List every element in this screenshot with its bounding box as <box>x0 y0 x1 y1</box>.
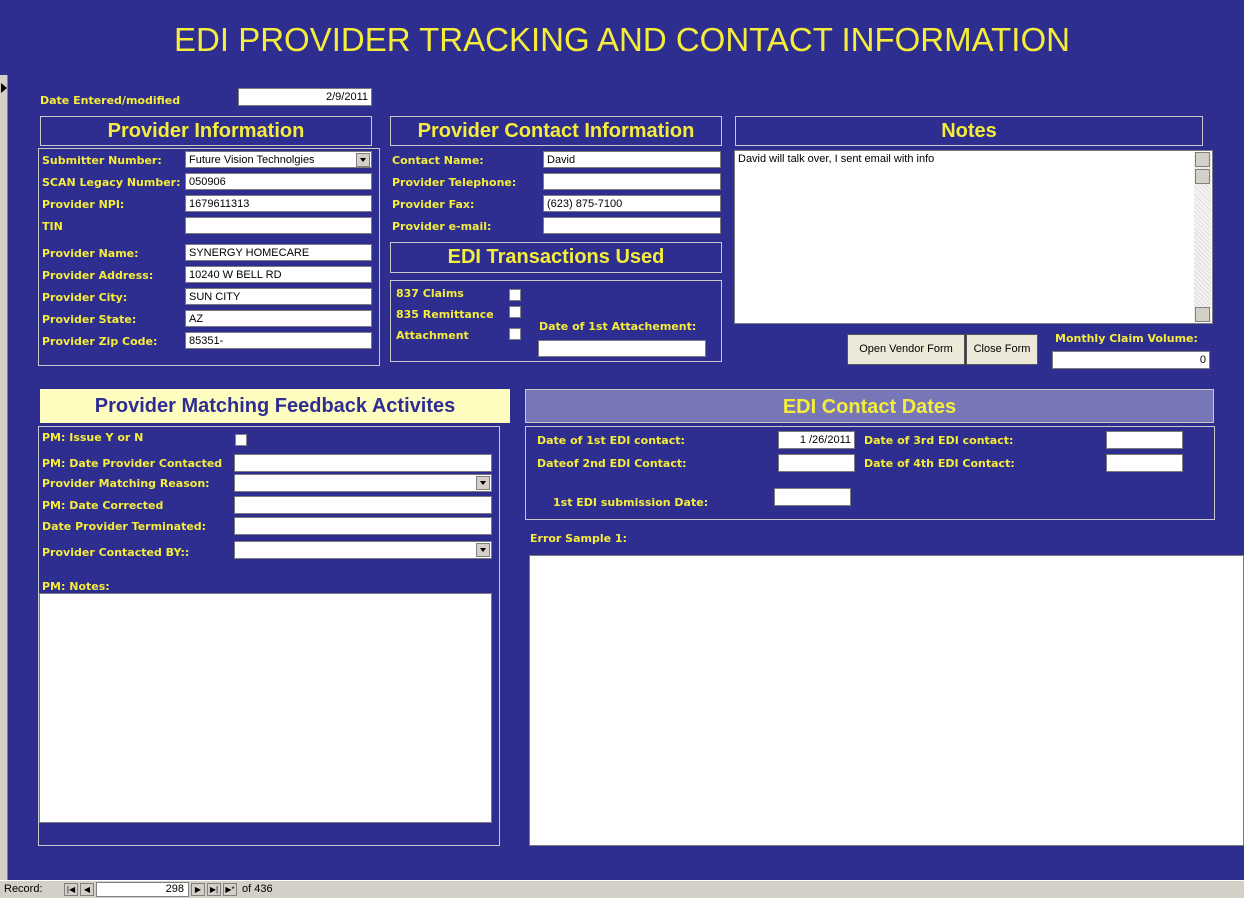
provider-fax-field[interactable]: (623) 875-7100 <box>543 195 721 212</box>
pm-reason-dropdown-icon[interactable] <box>476 476 490 490</box>
attachment-label: Attachment <box>396 329 469 342</box>
edi-first-contact-label: Date of 1st EDI contact: <box>537 434 685 447</box>
provider-fax-label: Provider Fax: <box>392 198 475 211</box>
submitter-number-value: Future Vision Technolgies <box>189 154 315 166</box>
contact-name-field[interactable]: David <box>543 151 721 168</box>
contact-info-header: Provider Contact Information <box>390 116 722 146</box>
provider-address-field[interactable]: 10240 W BELL RD <box>185 266 372 283</box>
attachment-checkbox[interactable] <box>509 328 521 340</box>
provider-name-label: Provider Name: <box>42 247 139 260</box>
date-entered-field[interactable]: 2/9/2011 <box>238 88 372 106</box>
edi-third-contact-label: Date of 3rd EDI contact: <box>864 434 1014 447</box>
form-title: EDI PROVIDER TRACKING AND CONTACT INFORM… <box>174 21 1070 58</box>
pm-date-corrected-label: PM: Date Corrected <box>42 499 164 512</box>
claims-837-checkbox[interactable] <box>509 289 521 301</box>
pm-reason-label: Provider Matching Reason: <box>42 477 210 490</box>
provider-telephone-field[interactable] <box>543 173 721 190</box>
provider-telephone-label: Provider Telephone: <box>392 176 517 189</box>
record-label: Record: <box>4 883 43 895</box>
close-form-button[interactable]: Close Form <box>966 334 1038 365</box>
pm-date-terminated-label: Date Provider Terminated: <box>42 520 207 533</box>
edi-fourth-contact-label: Date of 4th EDI Contact: <box>864 457 1015 470</box>
tin-label: TIN <box>42 220 63 233</box>
scroll-up-icon[interactable] <box>1195 152 1210 167</box>
claims-837-label: 837 Claims <box>396 287 464 300</box>
next-record-icon[interactable]: ▶ <box>191 883 205 896</box>
pm-date-contacted-field[interactable] <box>234 454 492 472</box>
attachment-date-field[interactable] <box>538 340 706 357</box>
pm-notes-label: PM: Notes: <box>42 580 110 593</box>
provider-state-label: Provider State: <box>42 313 137 326</box>
submitter-dropdown-icon[interactable] <box>356 153 370 167</box>
provider-email-label: Provider e-mail: <box>392 220 492 233</box>
pm-reason-combo[interactable] <box>234 474 492 492</box>
edi-third-contact-field[interactable] <box>1106 431 1183 449</box>
edi-first-contact-field[interactable]: 1 /26/2011 <box>778 431 855 449</box>
edi-submission-date-label: 1st EDI submission Date: <box>553 496 709 509</box>
provider-zip-field[interactable]: 85351- <box>185 332 372 349</box>
remittance-835-checkbox[interactable] <box>509 306 521 318</box>
pm-contacted-by-combo[interactable] <box>234 541 492 559</box>
transactions-header: EDI Transactions Used <box>390 242 722 273</box>
record-navigation-bar: Record: |◀ ◀ 298 ▶ ▶| ▶* of 436 <box>0 880 1244 898</box>
date-entered-label: Date Entered/modified <box>40 94 181 107</box>
edi-second-contact-label: Dateof 2nd EDI Contact: <box>537 457 687 470</box>
remittance-835-label: 835 Remittance <box>396 308 494 321</box>
provider-name-field[interactable]: SYNERGY HOMECARE <box>185 244 372 261</box>
record-selector[interactable] <box>0 75 8 881</box>
provider-state-field[interactable]: AZ <box>185 310 372 327</box>
pm-header: Provider Matching Feedback Activites <box>40 389 510 423</box>
submitter-number-label: Submitter Number: <box>42 154 162 167</box>
monthly-claim-volume-field[interactable]: 0 <box>1052 351 1210 369</box>
scroll-down-icon[interactable] <box>1195 307 1210 322</box>
pm-date-contacted-label: PM: Date Provider Contacted <box>42 457 223 470</box>
first-record-icon[interactable]: |◀ <box>64 883 78 896</box>
contact-name-label: Contact Name: <box>392 154 484 167</box>
submitter-number-combo[interactable]: Future Vision Technolgies <box>185 151 372 168</box>
attachment-date-label: Date of 1st Attachement: <box>539 320 697 333</box>
edi-submission-date-field[interactable] <box>774 488 851 506</box>
provider-city-label: Provider City: <box>42 291 128 304</box>
provider-info-header: Provider Information <box>40 116 372 146</box>
scroll-thumb[interactable] <box>1195 169 1210 184</box>
record-count: of 436 <box>242 883 273 895</box>
tin-field[interactable] <box>185 217 372 234</box>
error-sample-textarea[interactable] <box>529 555 1244 846</box>
new-record-icon[interactable]: ▶* <box>223 883 237 896</box>
pm-issue-checkbox[interactable] <box>235 434 247 446</box>
last-record-icon[interactable]: ▶| <box>207 883 221 896</box>
provider-zip-label: Provider Zip Code: <box>42 335 158 348</box>
open-vendor-form-button[interactable]: Open Vendor Form <box>847 334 965 365</box>
provider-address-label: Provider Address: <box>42 269 154 282</box>
provider-email-field[interactable] <box>543 217 721 234</box>
pm-contacted-by-label: Provider Contacted BY:: <box>42 546 190 559</box>
provider-npi-label: Provider NPI: <box>42 198 125 211</box>
edi-dates-header: EDI Contact Dates <box>525 389 1214 423</box>
previous-record-icon[interactable]: ◀ <box>80 883 94 896</box>
current-record-arrow-icon <box>1 83 7 93</box>
pm-issue-label: PM: Issue Y or N <box>42 431 144 444</box>
pm-contacted-by-dropdown-icon[interactable] <box>476 543 490 557</box>
pm-date-corrected-field[interactable] <box>234 496 492 514</box>
notes-scrollbar[interactable] <box>1194 152 1211 322</box>
edi-fourth-contact-field[interactable] <box>1106 454 1183 472</box>
provider-city-field[interactable]: SUN CITY <box>185 288 372 305</box>
pm-notes-textarea[interactable] <box>39 593 492 823</box>
monthly-claim-volume-label: Monthly Claim Volume: <box>1055 332 1198 345</box>
notes-text: David will talk over, I sent email with … <box>738 153 935 165</box>
provider-npi-field[interactable]: 1679611313 <box>185 195 372 212</box>
current-record-field[interactable]: 298 <box>96 882 189 897</box>
notes-header: Notes <box>735 116 1203 146</box>
pm-date-terminated-field[interactable] <box>234 517 492 535</box>
notes-textarea[interactable]: David will talk over, I sent email with … <box>734 150 1213 324</box>
error-sample-label: Error Sample 1: <box>530 532 627 545</box>
scan-legacy-field[interactable]: 050906 <box>185 173 372 190</box>
edi-second-contact-field[interactable] <box>778 454 855 472</box>
scan-legacy-label: SCAN Legacy Number: <box>42 176 181 189</box>
